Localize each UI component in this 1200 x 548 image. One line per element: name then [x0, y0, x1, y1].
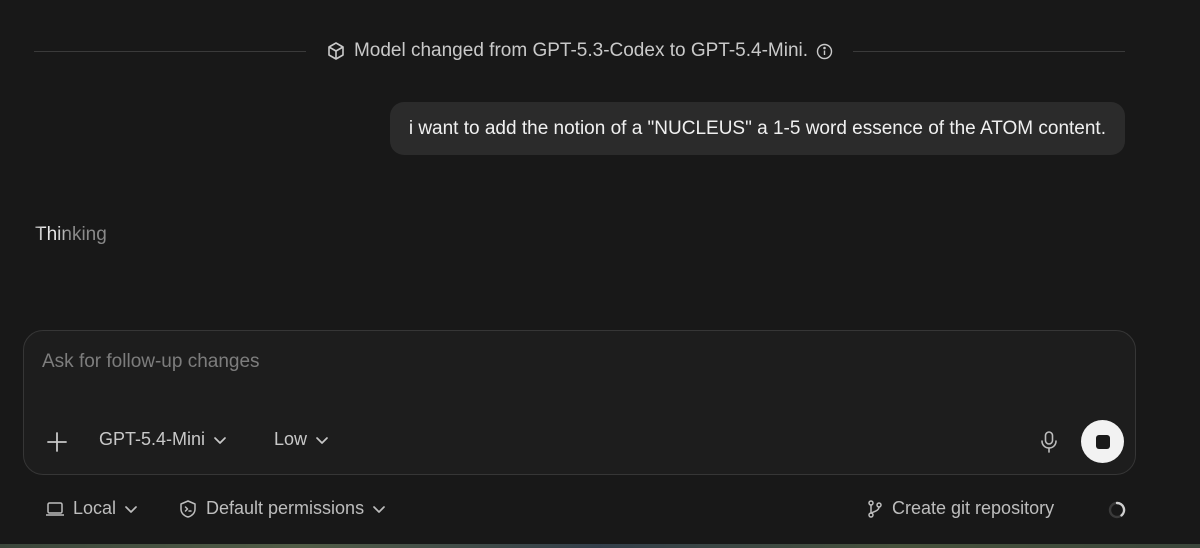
model-change-text: Model changed from GPT-5.3-Codex to GPT-… — [353, 40, 809, 61]
permissions-label: Default permissions — [206, 498, 365, 518]
create-git-repository-label: Create git repository — [892, 498, 1055, 518]
follow-up-input[interactable] — [42, 351, 942, 373]
cube-icon — [326, 41, 346, 61]
divider-right — [853, 50, 1125, 52]
model-selector-label: GPT-5.4-Mini — [99, 429, 206, 449]
info-icon[interactable] — [816, 43, 833, 60]
divider-left — [34, 50, 306, 52]
composer: GPT-5.4-Mini Low — [23, 330, 1136, 475]
user-message-bubble: i want to add the notion of a "NUCLEUS" … — [389, 102, 1125, 155]
chevron-down-icon — [213, 433, 227, 447]
git-branch-icon — [866, 499, 884, 519]
plus-icon[interactable] — [45, 430, 69, 454]
create-git-repository-button[interactable]: Create git repository — [866, 498, 1054, 519]
user-message-text: i want to add the notion of a "NUCLEUS" … — [408, 117, 1106, 139]
microphone-icon[interactable] — [1038, 430, 1060, 454]
shield-icon — [178, 499, 198, 519]
stop-button[interactable] — [1081, 420, 1124, 463]
chevron-down-icon — [124, 502, 138, 516]
model-selector[interactable]: GPT-5.4-Mini — [99, 429, 227, 450]
model-change-notice: Model changed from GPT-5.3-Codex to GPT-… — [34, 38, 1125, 64]
loading-spinner-icon — [1107, 500, 1127, 520]
model-change-notice-content: Model changed from GPT-5.3-Codex to GPT-… — [306, 40, 853, 62]
chevron-down-icon — [315, 433, 329, 447]
reasoning-effort-label: Low — [274, 429, 308, 449]
environment-label: Local — [73, 498, 117, 518]
stop-icon — [1095, 434, 1110, 449]
environment-selector[interactable]: Local — [45, 498, 138, 519]
laptop-icon — [45, 501, 65, 517]
window-bottom-edge — [0, 544, 1200, 548]
reasoning-effort-selector[interactable]: Low — [274, 429, 329, 450]
chevron-down-icon — [372, 502, 386, 516]
permissions-selector[interactable]: Default permissions — [178, 498, 386, 519]
thinking-status: Thinking — [35, 224, 107, 245]
